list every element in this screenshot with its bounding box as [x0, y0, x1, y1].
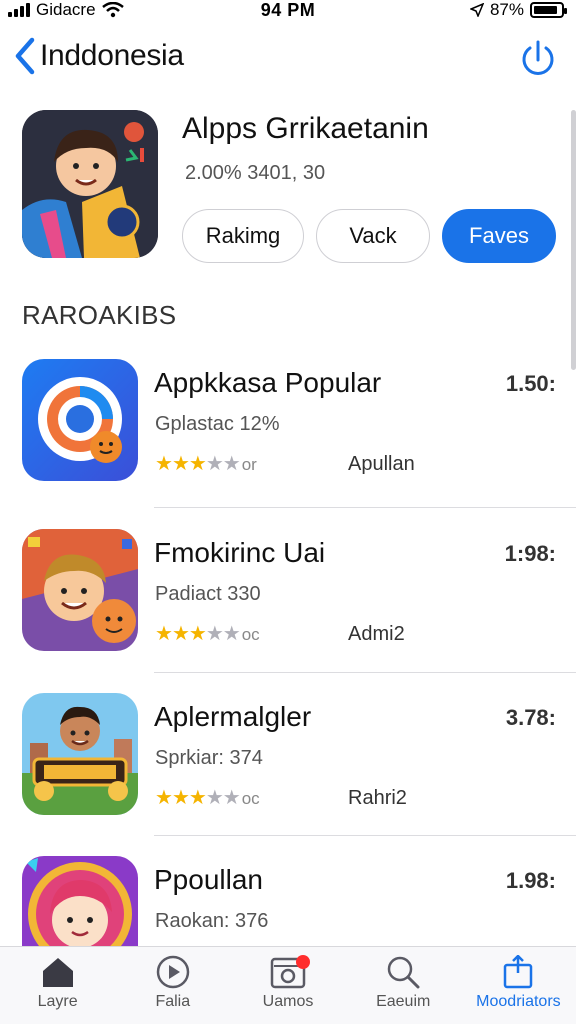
app-subtitle: Gplastac 12% [155, 413, 280, 435]
camera-lens-icon [22, 359, 138, 481]
power-icon [522, 40, 554, 75]
share-icon [504, 955, 533, 989]
battery-icon [530, 2, 567, 18]
star-filled-icon: ★ [155, 453, 173, 475]
featured-app-icon[interactable] [22, 110, 158, 258]
game-character-icon [22, 693, 138, 815]
notification-badge [296, 955, 311, 969]
tab-label: Eaeuim [376, 993, 431, 1010]
tab-label: Moodriators [476, 993, 561, 1010]
app-price: 1:98: [504, 541, 556, 566]
star-filled-icon: ★ [188, 453, 207, 475]
cartoon-character-icon [22, 110, 158, 258]
app-tag: Admi2 [348, 623, 405, 645]
featured-title: Alpps Grrikaetanin [182, 112, 429, 145]
star-empty-icon: ★ [205, 453, 224, 475]
tab-label: Falia [155, 993, 191, 1010]
star-empty-icon: ★ [205, 623, 224, 645]
app-icon-girl [22, 856, 138, 948]
status-right: 87% [469, 0, 567, 20]
rating-suffix: oc [241, 625, 260, 644]
home-icon [42, 958, 73, 987]
back-button[interactable]: Inddonesia [14, 36, 184, 76]
app-subtitle: Padiact 330 [155, 583, 261, 605]
back-pill-button[interactable]: Vack [316, 209, 430, 263]
star-filled-icon: ★ [155, 623, 173, 645]
app-tag: Apullan [348, 453, 415, 475]
tab-label: Uamos [262, 993, 314, 1010]
tab-falia[interactable]: Falia [115, 947, 230, 1024]
app-price: 3.78: [505, 705, 556, 730]
faves-button[interactable]: Faves [442, 209, 556, 263]
battery-fill [534, 6, 557, 14]
app-name: Fmokirinc Uai [154, 537, 326, 568]
star-filled-icon: ★ [188, 787, 207, 809]
tab-eaeuim[interactable]: Eaeuim [346, 947, 461, 1024]
tab-moodriators[interactable]: Moodriators [461, 947, 576, 1024]
ranking-button[interactable]: Rakimg [182, 209, 304, 263]
app-price: 1.98: [505, 868, 556, 893]
tab-uamos[interactable]: Uamos [230, 947, 345, 1024]
list-item[interactable]: Ppoullan Raokan: 376 1.98: [22, 856, 576, 948]
star-filled-icon: ★ [171, 453, 190, 475]
rating-suffix: or [241, 455, 257, 474]
divider [154, 672, 576, 673]
star-filled-icon: ★ [171, 787, 190, 809]
tab-label: Layre [37, 993, 78, 1010]
list-item[interactable]: Aplermalgler Sprkiar: 374 ★★★★★ oc Rahri2… [22, 693, 576, 823]
star-empty-icon: ★ [205, 787, 224, 809]
tab-layre[interactable]: Layre [0, 947, 115, 1024]
back-title: Inddonesia [40, 39, 184, 72]
location-arrow-icon [469, 3, 484, 17]
app-name: Aplermalgler [154, 701, 312, 732]
chevron-left-icon [15, 37, 35, 75]
divider [154, 835, 576, 836]
app-icon-cartoon [22, 529, 138, 651]
app-tag: Rahri2 [348, 787, 407, 809]
featured-stats: 2.00% 3401, 30 [185, 162, 326, 184]
scroll-indicator[interactable] [571, 110, 576, 370]
app-icon-camera [22, 359, 138, 481]
rating-stars: ★★★★★ or [155, 451, 257, 476]
list-item[interactable]: Fmokirinc Uai Padiact 330 ★★★★★ oc Admi2 … [22, 529, 576, 659]
status-bar: Gidacre 94 PM 87% [0, 0, 576, 22]
rating-suffix: oc [241, 789, 260, 808]
app-subtitle: Sprkiar: 374 [155, 747, 263, 769]
rating-stars: ★★★★★ oc [155, 621, 260, 646]
cartoon-faces-icon [22, 529, 138, 651]
nav-bar: Inddonesia [0, 34, 576, 84]
star-empty-icon: ★ [222, 787, 241, 809]
rating-stars: ★★★★★ oc [155, 785, 260, 810]
star-empty-icon: ★ [222, 623, 241, 645]
play-icon [156, 955, 190, 989]
app-icon-game [22, 693, 138, 815]
battery-percent: 87% [489, 0, 524, 19]
section-title: RAROAKIBS [22, 300, 177, 330]
app-price: 1.50: [505, 371, 556, 396]
cartoon-girl-icon [22, 856, 138, 948]
featured-app: Alpps Grrikaetanin 2.00% 3401, 30 Rakimg… [22, 110, 562, 270]
star-filled-icon: ★ [155, 787, 173, 809]
star-filled-icon: ★ [171, 623, 190, 645]
star-empty-icon: ★ [222, 453, 241, 475]
search-icon [387, 956, 420, 989]
tab-bar: Layre Falia Uamos Eaeuim Moodriators [0, 946, 576, 1024]
app-subtitle: Raokan: 376 [155, 910, 269, 932]
app-name: Ppoullan [154, 864, 263, 895]
divider [154, 507, 576, 508]
app-name: Appkkasa Popular [154, 367, 382, 398]
list-item[interactable]: Appkkasa Popular Gplastac 12% ★★★★★ or Ap… [22, 359, 576, 489]
power-button[interactable] [518, 36, 558, 80]
star-filled-icon: ★ [188, 623, 207, 645]
